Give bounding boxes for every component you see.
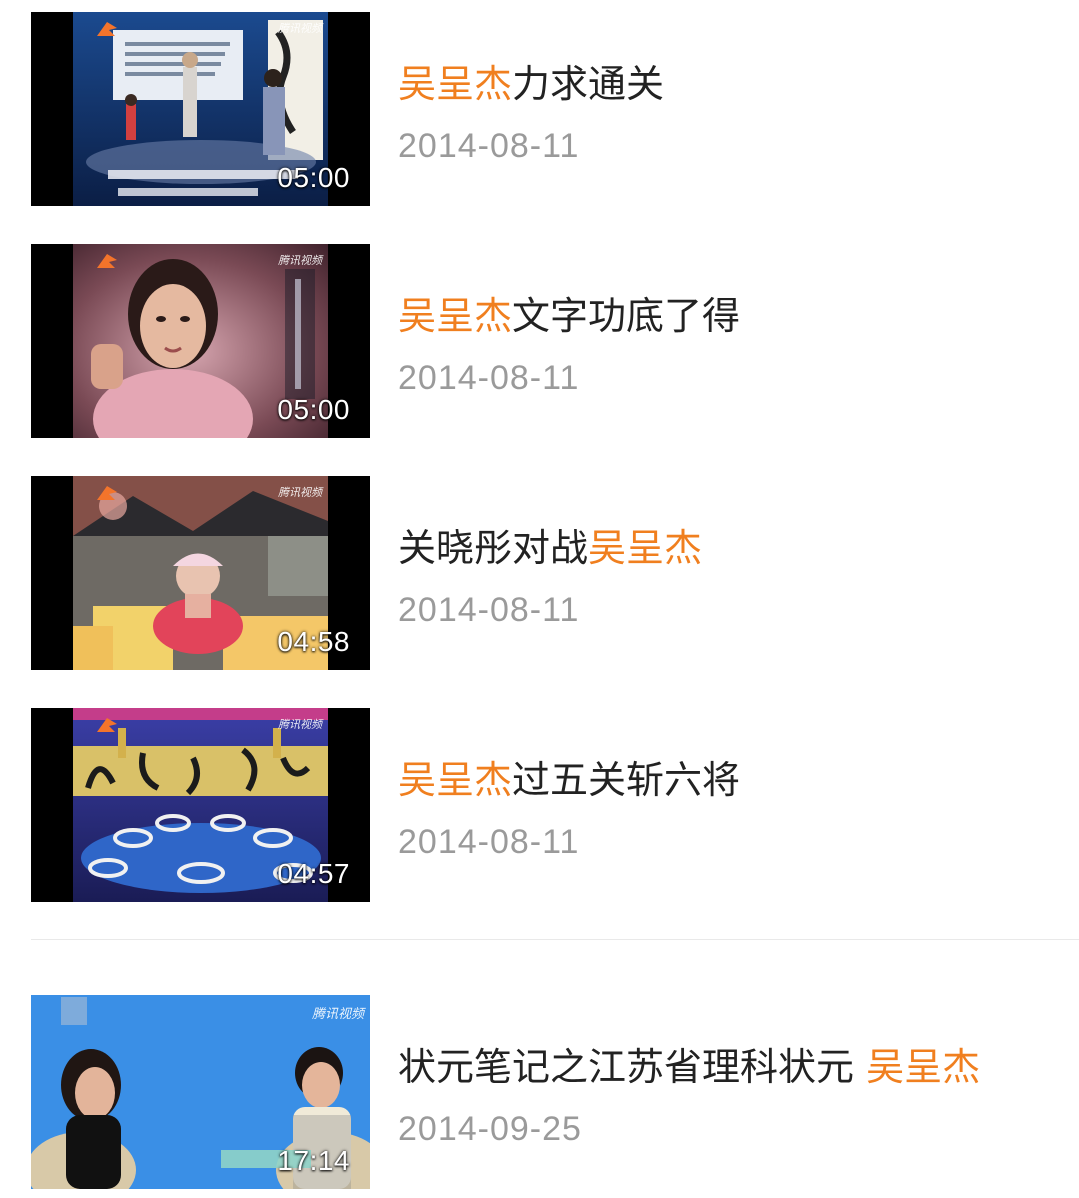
video-meta: 吴呈杰过五关斩六将 2014-08-11: [398, 708, 1058, 902]
video-duration: 17:14: [277, 1145, 350, 1176]
video-thumbnail[interactable]: 腾讯视频 04:57: [31, 708, 370, 902]
highlight-keyword: 吴呈杰: [866, 1045, 981, 1089]
video-thumbnail[interactable]: 腾讯视频 17:14: [31, 995, 370, 1189]
video-date: 2014-08-11: [398, 823, 580, 861]
video-item[interactable]: 腾讯视频 04:58 关晓彤对战吴呈杰 2014-08-11: [0, 476, 1079, 670]
video-item[interactable]: 腾讯视频 17:14 状元笔记之江苏省理科状元 吴呈杰 2014-09-25: [0, 995, 1079, 1189]
video-title[interactable]: 吴呈杰文字功底了得: [398, 294, 740, 338]
watermark: 腾讯视频: [278, 486, 322, 499]
video-title[interactable]: 状元笔记之江苏省理科状元 吴呈杰: [398, 1045, 980, 1089]
video-duration: 05:00: [277, 162, 350, 193]
video-meta: 吴呈杰力求通关 2014-08-11: [398, 12, 1058, 206]
video-date: 2014-08-11: [398, 591, 580, 629]
video-list: 腾讯视频 05:00 吴呈杰力求通关 2014-08-11 腾讯视频 05:00…: [0, 0, 1079, 1198]
watermark: 腾讯视频: [278, 22, 322, 35]
watermark: 腾讯视频: [278, 254, 322, 267]
highlight-keyword: 吴呈杰: [588, 526, 703, 570]
video-title[interactable]: 吴呈杰过五关斩六将: [398, 758, 740, 802]
video-date: 2014-08-11: [398, 127, 580, 165]
highlight-keyword: 吴呈杰: [398, 758, 513, 802]
channel-logo-icon: [97, 22, 117, 36]
video-title[interactable]: 吴呈杰力求通关: [398, 62, 664, 106]
channel-logo-icon: [97, 254, 117, 268]
video-thumbnail[interactable]: 腾讯视频 04:58: [31, 476, 370, 670]
highlight-keyword: 吴呈杰: [398, 62, 513, 106]
highlight-keyword: 吴呈杰: [398, 294, 513, 338]
video-thumbnail[interactable]: 腾讯视频 05:00: [31, 12, 370, 206]
video-date: 2014-09-25: [398, 1110, 582, 1148]
watermark: 腾讯视频: [278, 718, 322, 731]
video-meta: 吴呈杰文字功底了得 2014-08-11: [398, 244, 1058, 438]
channel-logo-icon: [97, 486, 117, 500]
video-item[interactable]: 腾讯视频 05:00 吴呈杰力求通关 2014-08-11: [0, 12, 1079, 206]
video-title[interactable]: 关晓彤对战吴呈杰: [398, 526, 702, 570]
channel-logo-icon: [97, 718, 117, 732]
video-meta: 关晓彤对战吴呈杰 2014-08-11: [398, 476, 1058, 670]
video-duration: 04:57: [277, 858, 350, 889]
video-date: 2014-08-11: [398, 359, 580, 397]
watermark: 腾讯视频: [311, 1007, 364, 1022]
video-item[interactable]: 腾讯视频 04:57 吴呈杰过五关斩六将 2014-08-11: [0, 708, 1079, 902]
section-divider: [31, 939, 1079, 940]
video-duration: 05:00: [277, 394, 350, 425]
video-duration: 04:58: [277, 626, 350, 657]
video-thumbnail[interactable]: 腾讯视频 05:00: [31, 244, 370, 438]
video-item[interactable]: 腾讯视频 05:00 吴呈杰文字功底了得 2014-08-11: [0, 244, 1079, 438]
video-meta: 状元笔记之江苏省理科状元 吴呈杰 2014-09-25: [398, 995, 1058, 1189]
